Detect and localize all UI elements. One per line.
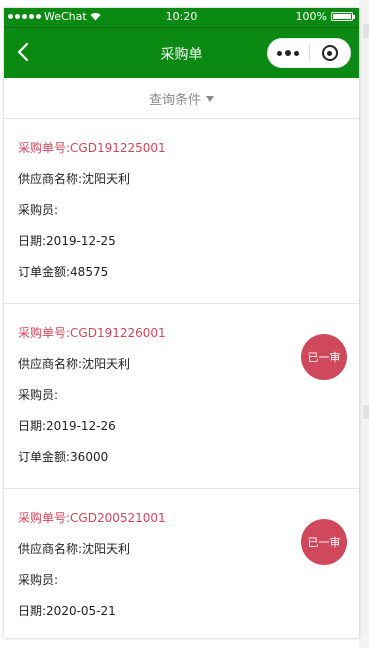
order-number: 采购单号:CGD191225001 (18, 141, 166, 155)
order-date: 日期:2020-05-21 (18, 604, 116, 618)
order-amount: 订单金额:48575 (18, 265, 109, 279)
battery-percent: 100% (295, 10, 327, 23)
side-scroll-strip (359, 0, 369, 648)
more-dots-icon (277, 50, 300, 56)
order-date: 日期:2019-12-25 (18, 234, 116, 248)
battery-icon (331, 12, 355, 21)
query-conditions-label: 查询条件 (148, 92, 201, 108)
buyer: 采购员: (18, 388, 59, 402)
supplier-name: 供应商名称:沈阳天利 (18, 542, 131, 556)
order-number: 采购单号:CGD191226001 (18, 326, 166, 340)
order-card[interactable]: 采购单号:CGD200521001 供应商名称:沈阳天利 采购员: 日期:202… (4, 489, 359, 638)
approval-status-badge: 已一审 (301, 334, 347, 380)
mini-program-capsule (267, 38, 351, 68)
phone-frame: WeChat 10:20 100% 采购单 查询条件 采购单号:CGD19122… (4, 8, 359, 638)
order-date: 日期:2019-12-26 (18, 419, 116, 433)
buyer: 采购员: (18, 203, 59, 217)
buyer: 采购员: (18, 573, 59, 587)
supplier-name: 供应商名称:沈阳天利 (18, 357, 131, 371)
side-mark (363, 405, 369, 419)
close-miniprogram-button[interactable] (310, 39, 351, 67)
supplier-name: 供应商名称:沈阳天利 (18, 172, 131, 186)
target-icon (321, 45, 338, 61)
caret-down-icon (206, 96, 214, 102)
more-button[interactable] (268, 39, 309, 67)
side-mark (363, 24, 369, 38)
navigation-bar: 采购单 (4, 28, 359, 78)
status-right: 100% (295, 10, 355, 23)
status-bar: WeChat 10:20 100% (4, 8, 359, 28)
order-card[interactable]: 采购单号:CGD191226001 供应商名称:沈阳天利 采购员: 日期:201… (4, 304, 359, 489)
order-number: 采购单号:CGD200521001 (18, 511, 166, 525)
order-amount: 订单金额:36000 (18, 450, 109, 464)
approval-status-badge: 已一审 (301, 519, 347, 565)
page: WeChat 10:20 100% 采购单 查询条件 采购单号:CGD19122… (0, 0, 369, 648)
query-conditions-toggle[interactable]: 查询条件 (4, 78, 359, 119)
order-card[interactable]: 采购单号:CGD191225001 供应商名称:沈阳天利 采购员: 日期:201… (4, 119, 359, 304)
